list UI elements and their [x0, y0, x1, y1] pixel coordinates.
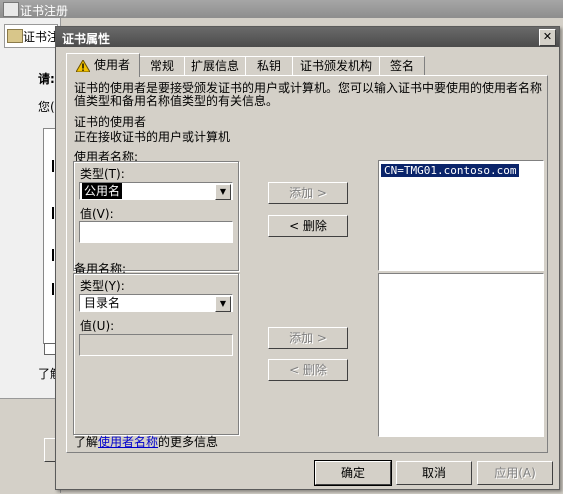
learn-more-link[interactable]: 使用者名称	[98, 435, 158, 449]
cancel-button[interactable]: 取消	[396, 461, 472, 485]
learn-more-text: 了解使用者名称的更多信息	[74, 433, 218, 450]
ok-button-label: 确定	[340, 466, 365, 480]
background-partial-text: 您(	[38, 100, 55, 114]
learn-more-prefix: 了解	[74, 435, 99, 449]
tab-extensions[interactable]: 扩展信息	[184, 56, 246, 76]
certificate-icon	[3, 2, 19, 17]
dialog-title: 证书属性	[62, 32, 111, 46]
tab-private-key[interactable]: 私钥	[245, 56, 293, 76]
background-marker	[52, 283, 54, 295]
background-tab-label: 证书注	[23, 30, 60, 44]
remove-alt-button[interactable]: < 删除	[268, 359, 348, 381]
apply-button-label: 应用(A)	[494, 466, 536, 480]
tab-label: 签名	[389, 59, 414, 73]
background-partial-heading: 请:	[38, 72, 55, 86]
list-item[interactable]: CN=TMG01.contoso.com	[381, 164, 520, 177]
alt-type-label: 类型(Y):	[80, 279, 125, 293]
certificate-icon	[7, 29, 23, 43]
tab-general[interactable]: 常规	[139, 56, 185, 76]
learn-more-suffix: 的更多信息	[158, 435, 219, 449]
alt-value-input[interactable]	[79, 334, 233, 356]
apply-button[interactable]: 应用(A)	[477, 461, 553, 485]
tab-label: 常规	[149, 59, 174, 73]
subject-type-value: 公用名	[82, 183, 123, 199]
tab-certification-authority[interactable]: 证书颁发机构	[292, 56, 380, 76]
tab-label: 私钥	[256, 59, 281, 73]
chevron-down-icon[interactable]: ▼	[215, 296, 231, 312]
background-window-title: 证书注册	[20, 4, 69, 18]
add-alt-button[interactable]: 添加 >	[268, 327, 348, 349]
subject-subheading: 正在接收证书的用户或计算机	[74, 130, 231, 144]
alt-type-value: 目录名	[84, 296, 121, 310]
close-icon: ✕	[542, 30, 553, 43]
add-button-label: 添加 >	[289, 331, 327, 345]
remove-button-label: < 删除	[289, 363, 327, 377]
subject-value-label: 值(V):	[80, 207, 114, 221]
subject-value-input[interactable]	[79, 221, 233, 243]
warning-icon	[75, 59, 90, 72]
tab-signature[interactable]: 签名	[379, 56, 425, 76]
cancel-button-label: 取消	[421, 466, 446, 480]
alt-values-list[interactable]	[378, 273, 544, 437]
add-button-label: 添加 >	[289, 186, 327, 200]
tab-label: 使用者	[93, 58, 130, 72]
subject-values-list[interactable]: CN=TMG01.contoso.com	[378, 160, 544, 271]
remove-button-label: < 删除	[289, 219, 327, 233]
background-window-tab[interactable]: 证书注	[4, 24, 60, 48]
ok-button[interactable]: 确定	[314, 460, 392, 486]
remove-subject-button[interactable]: < 删除	[268, 215, 348, 237]
certificate-properties-dialog: 证书属性 ✕ 使用者 常规 扩展信息 私钥 证书颁发机构 签名 证书的使用者是要…	[55, 26, 560, 490]
add-subject-button[interactable]: 添加 >	[268, 182, 348, 204]
close-button[interactable]: ✕	[539, 29, 556, 46]
subject-type-label: 类型(T):	[80, 167, 125, 181]
background-marker	[52, 207, 54, 219]
tab-subject[interactable]: 使用者	[66, 53, 140, 77]
background-marker	[52, 160, 54, 172]
alt-type-select[interactable]: 目录名 ▼	[79, 294, 233, 312]
tab-label: 扩展信息	[190, 59, 239, 73]
dialog-titlebar: 证书属性 ✕	[56, 27, 559, 47]
subject-type-select[interactable]: 公用名 ▼	[79, 182, 233, 200]
description-text: 值类型和备用名称值类型的有关信息。	[74, 94, 279, 108]
tab-label: 证书颁发机构	[299, 59, 372, 73]
background-marker	[52, 249, 54, 261]
chevron-down-icon[interactable]: ▼	[215, 184, 231, 200]
background-window-titlebar: 证书注册	[0, 0, 563, 18]
alt-value-label: 值(U):	[80, 319, 115, 333]
